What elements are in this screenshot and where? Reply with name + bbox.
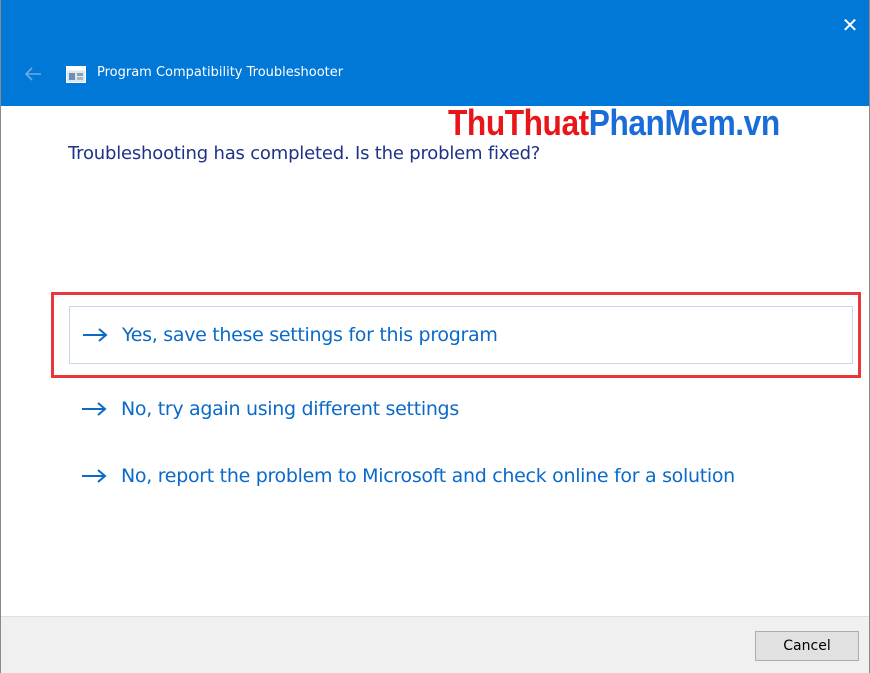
close-button[interactable]: ✕ — [835, 10, 865, 40]
window-title: Program Compatibility Troubleshooter — [97, 65, 344, 80]
back-arrow-icon[interactable] — [21, 62, 45, 86]
option-yes-save-settings[interactable]: Yes, save these settings for this progra… — [69, 306, 853, 364]
option-label: Yes, save these settings for this progra… — [122, 324, 498, 346]
option-label: No, report the problem to Microsoft and … — [121, 465, 735, 487]
watermark-logo: ThuThuatPhanMem.vn — [448, 103, 780, 143]
watermark-part-red: ThuThuat — [448, 102, 589, 143]
close-icon: ✕ — [841, 13, 859, 37]
footer-bar: Cancel — [1, 616, 869, 673]
option-label: No, try again using different settings — [121, 398, 459, 420]
troubleshooter-window: ✕ Program Compatibility Troubleshooter T… — [0, 0, 870, 673]
page-heading: Troubleshooting has completed. Is the pr… — [68, 143, 541, 164]
title-bar: ✕ Program Compatibility Troubleshooter — [1, 0, 869, 106]
cancel-button[interactable]: Cancel — [755, 631, 859, 661]
option-try-again[interactable]: No, try again using different settings — [69, 380, 853, 438]
arrow-right-icon — [83, 328, 108, 342]
arrow-right-icon — [82, 469, 107, 483]
watermark-part-blue: PhanMem.vn — [588, 102, 780, 143]
program-compatibility-icon — [66, 66, 86, 83]
arrow-right-icon — [82, 402, 107, 416]
option-report-problem[interactable]: No, report the problem to Microsoft and … — [69, 447, 853, 505]
